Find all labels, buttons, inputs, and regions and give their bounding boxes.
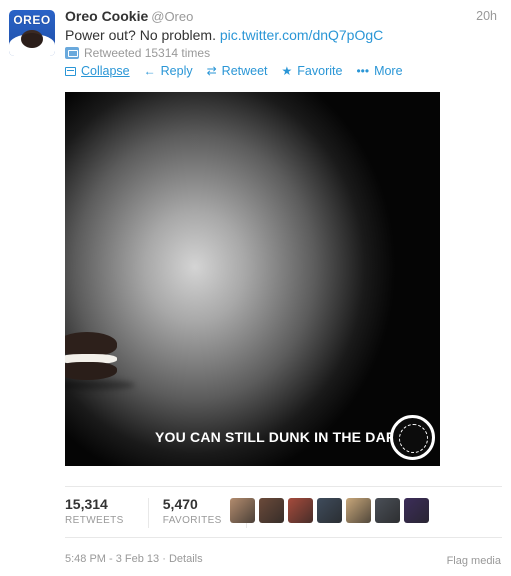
media-caption: YOU CAN STILL DUNK IN THE DARK	[155, 429, 407, 445]
favoriter-avatar[interactable]	[259, 498, 284, 523]
favoriter-avatar[interactable]	[375, 498, 400, 523]
favorites-stat[interactable]: 5,470 FAVORITES	[163, 496, 222, 528]
collapse-button[interactable]: Collapse	[65, 64, 130, 78]
favoriter-avatar[interactable]	[317, 498, 342, 523]
favoriter-avatars	[230, 498, 433, 523]
cookie-bottom	[65, 362, 117, 380]
divider	[65, 486, 502, 487]
favorites-count: 5,470	[162, 496, 198, 512]
star-icon: ★	[281, 64, 293, 78]
tweet-actions: Collapse ← Reply ⇄ Retweet ★ Favorite ••…	[65, 64, 417, 78]
tweet-time[interactable]: 20h	[476, 9, 497, 23]
more-dots-icon: •••	[356, 64, 370, 78]
footer-separator: ·	[159, 553, 169, 565]
reply-icon: ←	[143, 64, 156, 78]
favorites-label: FAVORITES	[162, 515, 222, 526]
retweets-label: RETWEETS	[65, 515, 124, 526]
reply-label: Reply	[160, 64, 193, 78]
retweet-icon: ⇄	[206, 64, 217, 78]
favoriter-avatar[interactable]	[230, 498, 255, 523]
cookie-icon	[21, 30, 43, 48]
retweet-badge-icon	[65, 47, 79, 59]
oreo-cookie-image	[65, 332, 117, 387]
favoriter-avatar[interactable]	[288, 498, 313, 523]
tweet-media-image[interactable]: YOU CAN STILL DUNK IN THE DARK	[65, 92, 440, 466]
reply-button[interactable]: ← Reply	[144, 64, 193, 78]
oreo-logo-text: OREO	[13, 13, 51, 27]
divider	[147, 498, 149, 528]
retweet-button[interactable]: ⇄ Retweet	[207, 64, 268, 78]
avatar[interactable]: OREO	[9, 10, 55, 56]
favorite-button[interactable]: ★ Favorite	[282, 64, 343, 78]
tweet-footer: 5:48 PM - 3 Feb 13 · Details	[65, 553, 203, 565]
retweets-count: 15,314	[65, 496, 108, 512]
retweet-count-text: Retweeted 15314 times	[84, 46, 211, 60]
tweet-timestamp[interactable]: 5:48 PM - 3 Feb 13	[65, 553, 159, 565]
flag-media-link[interactable]: Flag media	[447, 555, 501, 567]
oreo-seal-logo	[390, 415, 435, 460]
divider	[65, 537, 502, 538]
tweet-text: Power out? No problem. pic.twitter.com/d…	[65, 27, 383, 43]
user-handle[interactable]: @Oreo	[151, 9, 193, 24]
cookie-top	[65, 332, 117, 356]
favoriter-avatar[interactable]	[404, 498, 429, 523]
details-link[interactable]: Details	[169, 553, 203, 565]
tweet-text-body: Power out? No problem.	[65, 27, 216, 43]
more-button[interactable]: ••• More	[356, 64, 402, 78]
collapse-label: Collapse	[81, 64, 130, 78]
retweets-stat[interactable]: 15,314 RETWEETS	[65, 496, 124, 528]
favoriter-avatar[interactable]	[346, 498, 371, 523]
tweet-header: Oreo Cookie @Oreo 20h	[65, 8, 503, 26]
user-name[interactable]: Oreo Cookie	[65, 8, 148, 24]
favorite-label: Favorite	[297, 64, 343, 78]
tweet-media-link[interactable]: pic.twitter.com/dnQ7pOgC	[220, 27, 383, 43]
retweet-count-line: Retweeted 15314 times	[65, 46, 210, 60]
media-icon	[65, 66, 76, 76]
retweet-label: Retweet	[221, 64, 268, 78]
more-label: More	[374, 64, 403, 78]
